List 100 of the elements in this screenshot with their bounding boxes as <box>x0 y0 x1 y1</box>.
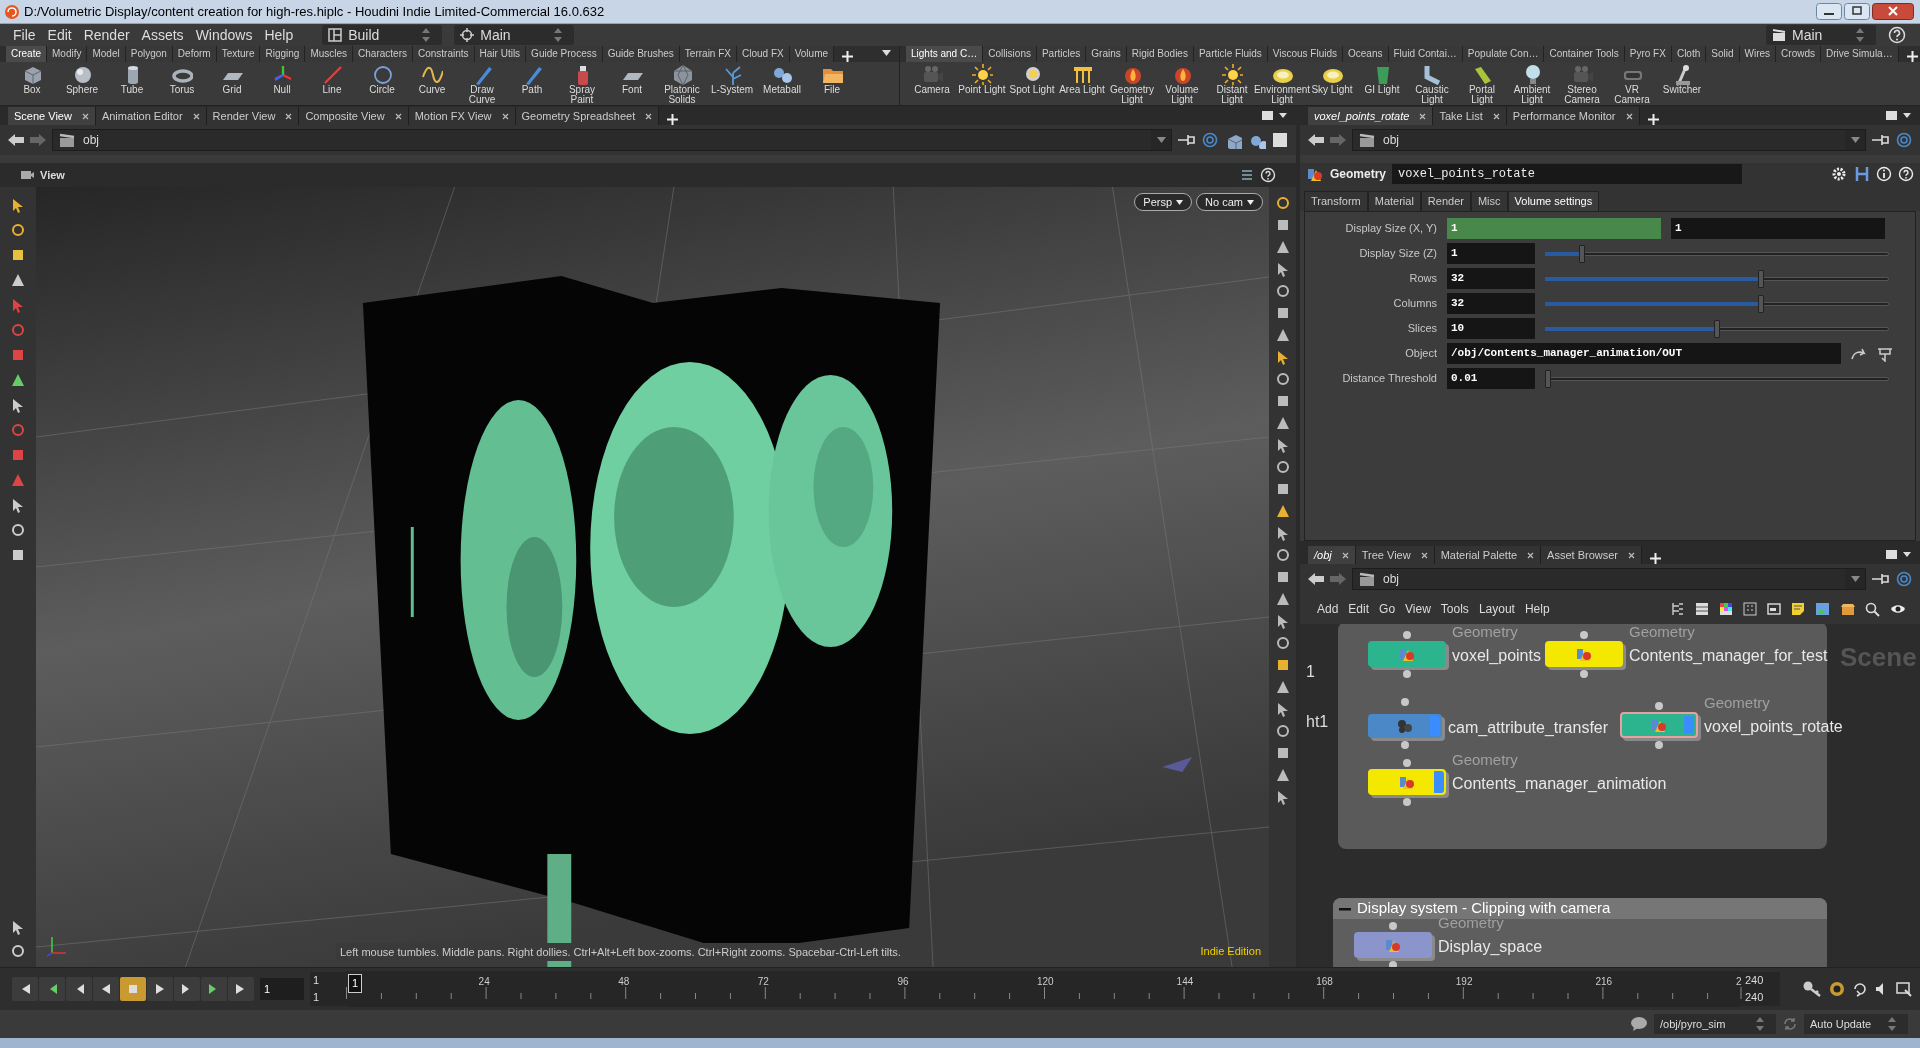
triangle-icon[interactable] <box>10 372 26 388</box>
ring-icon[interactable] <box>1274 371 1291 387</box>
menu-item[interactable]: Layout <box>1475 600 1518 618</box>
pane-tab[interactable]: Take List <box>1433 107 1507 125</box>
pane-tab[interactable]: /obj <box>1308 546 1356 564</box>
close-icon[interactable] <box>1625 112 1633 120</box>
shelf-tab[interactable]: Muscles <box>305 46 354 62</box>
value-field[interactable]: 32 <box>1447 293 1535 314</box>
image-icon[interactable] <box>1815 602 1831 616</box>
shelf-tab[interactable]: Lights and C… <box>906 46 984 62</box>
shelf-tab[interactable]: Container Tools <box>1544 46 1625 62</box>
range-field[interactable]: 1 <box>310 989 346 1006</box>
view-menu-button[interactable]: No cam <box>1196 193 1263 211</box>
node-name-field[interactable]: voxel_points_rotate <box>1392 164 1743 184</box>
tool-label[interactable]: Geometry Light <box>1108 85 1156 105</box>
back-icon[interactable] <box>1308 572 1324 586</box>
square-icon[interactable] <box>1272 132 1288 148</box>
path-field[interactable]: obj <box>1352 129 1866 151</box>
plus-icon[interactable] <box>842 51 854 62</box>
spinner-icon[interactable] <box>1888 1017 1896 1031</box>
menu-item[interactable]: Edit <box>1345 600 1373 618</box>
ring-icon[interactable] <box>1274 283 1291 299</box>
folder-tab[interactable]: Transform <box>1304 191 1368 211</box>
sticky-note-icon[interactable] <box>1791 602 1805 616</box>
pane-tab[interactable]: Render View <box>206 107 300 125</box>
square-icon[interactable] <box>10 247 26 263</box>
shelf-tab[interactable]: Texture <box>216 46 261 62</box>
pane-menu-icon[interactable] <box>1886 111 1912 121</box>
folder-tab[interactable]: Volume settings <box>1507 191 1600 211</box>
plus-icon[interactable] <box>1650 553 1662 564</box>
path-field[interactable]: /obj/pyro_sim <box>1654 1014 1776 1034</box>
grid-icon[interactable] <box>1719 602 1733 616</box>
range-field[interactable]: 240 <box>1742 989 1780 1006</box>
slider-track[interactable] <box>1545 244 1889 263</box>
tool-label[interactable]: Line <box>322 85 342 95</box>
input-connector[interactable] <box>1580 631 1588 639</box>
link-icon[interactable] <box>1896 132 1912 148</box>
dropdown-icon[interactable] <box>1156 137 1166 143</box>
output-connector[interactable] <box>1401 741 1409 749</box>
pane-menu-icon[interactable] <box>1262 111 1288 121</box>
menu-item[interactable]: Assets <box>136 24 189 46</box>
ring-icon[interactable] <box>1274 459 1291 475</box>
shelf-tab[interactable]: Particles <box>1036 46 1087 62</box>
shelf-tab[interactable]: Cloth <box>1671 46 1707 62</box>
node-chooser-icon[interactable] <box>1877 345 1893 362</box>
back-icon[interactable] <box>8 133 24 147</box>
context-selector[interactable]: Main <box>1766 25 1876 45</box>
input-connector[interactable] <box>1401 698 1409 706</box>
plus-icon[interactable] <box>1906 51 1918 62</box>
help-icon[interactable] <box>1898 166 1914 182</box>
folder-tab[interactable]: Render <box>1420 191 1471 211</box>
slider-handle[interactable] <box>1714 319 1720 338</box>
menu-item[interactable]: Help <box>259 24 299 46</box>
context-selector[interactable]: Main <box>454 25 575 45</box>
shelf-tab[interactable]: Grains <box>1086 46 1127 62</box>
network-node[interactable] <box>1545 641 1623 667</box>
square-icon[interactable] <box>10 547 26 563</box>
close-button[interactable] <box>1872 3 1914 20</box>
help-icon[interactable] <box>1260 167 1276 183</box>
menu-item[interactable]: Go <box>1376 600 1399 618</box>
sun-icon[interactable] <box>971 63 993 85</box>
dropdown-icon[interactable] <box>1850 137 1860 143</box>
value-field[interactable]: 0.01 <box>1447 368 1535 389</box>
input-connector[interactable] <box>1655 702 1663 710</box>
tool-label[interactable]: Grid <box>222 85 242 95</box>
tool-label[interactable]: Torus <box>169 85 195 95</box>
menu-item[interactable]: Add <box>1314 600 1342 618</box>
shelf-tab[interactable]: Characters <box>353 46 413 62</box>
collapse-icon[interactable] <box>1339 906 1351 911</box>
link-icon[interactable] <box>1202 132 1218 148</box>
pane-tab[interactable]: Tree View <box>1355 546 1435 564</box>
network-box-icon[interactable] <box>1767 602 1781 616</box>
triangle-icon[interactable] <box>1274 679 1291 695</box>
pin-icon[interactable] <box>1872 134 1890 146</box>
value-field[interactable]: 1 <box>1671 218 1885 239</box>
polyhedron-icon[interactable] <box>671 63 693 85</box>
network-node[interactable] <box>1368 714 1442 738</box>
path-field[interactable]: /obj/Contents_manager_animation/OUT <box>1447 343 1841 364</box>
slider-track[interactable] <box>1545 369 1889 388</box>
menu-item[interactable]: Help <box>1521 600 1553 618</box>
shelf-tab[interactable]: Hair Utils <box>474 46 527 62</box>
folder-tab[interactable]: Misc <box>1470 191 1508 211</box>
ring-icon[interactable] <box>1274 723 1291 739</box>
maximize-button[interactable] <box>1844 3 1870 20</box>
shelf-tab[interactable]: Cloud FX <box>737 46 790 62</box>
close-icon[interactable] <box>1492 112 1500 120</box>
triangle-icon[interactable] <box>1274 767 1291 783</box>
first-frame-button[interactable] <box>12 977 38 1001</box>
shelf-tab[interactable]: Wires <box>1739 46 1777 62</box>
tool-label[interactable]: Platonic Solids <box>658 85 706 105</box>
gear-icon[interactable] <box>1830 165 1848 183</box>
shelf-tab[interactable]: Volume <box>789 46 835 62</box>
tool-label[interactable]: Path <box>521 85 543 95</box>
slider-track[interactable] <box>1545 294 1889 313</box>
tool-label[interactable]: Tube <box>120 85 144 95</box>
last-frame-button[interactable] <box>228 977 254 1001</box>
value-field[interactable]: 32 <box>1447 268 1535 289</box>
play-button[interactable] <box>147 977 173 1001</box>
close-icon[interactable] <box>394 112 402 120</box>
shelf-tab[interactable]: Oceans <box>1343 46 1389 62</box>
